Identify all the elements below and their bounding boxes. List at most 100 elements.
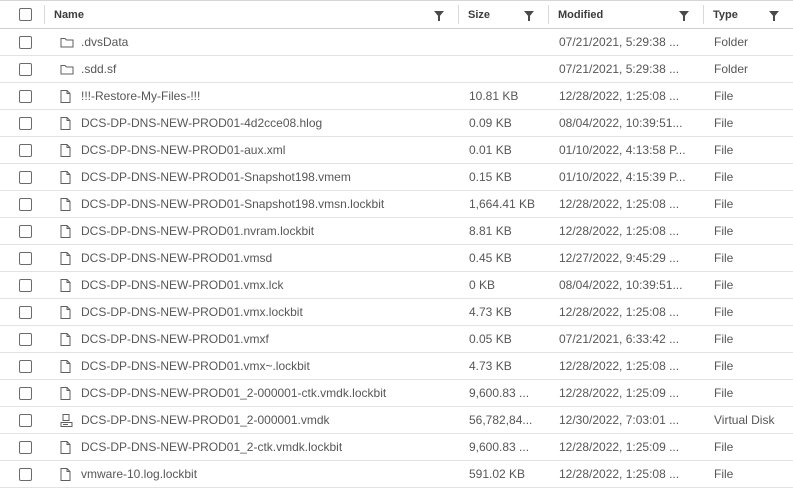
row-checkbox[interactable] — [19, 468, 32, 481]
row-checkbox[interactable] — [19, 117, 32, 130]
folder-icon — [60, 63, 74, 76]
row-checkbox[interactable] — [19, 360, 32, 373]
filter-icon[interactable] — [679, 11, 689, 21]
row-checkbox[interactable] — [19, 414, 32, 427]
file-size: 0.05 KB — [469, 332, 512, 346]
file-name[interactable]: DCS-DP-DNS-NEW-PROD01-4d2cce08.hlog — [81, 110, 453, 136]
table-row[interactable]: DCS-DP-DNS-NEW-PROD01-aux.xml 0.01 KB 01… — [0, 137, 793, 164]
table-row[interactable]: DCS-DP-DNS-NEW-PROD01.vmx~.lockbit 4.73 … — [0, 353, 793, 380]
row-checkbox[interactable] — [19, 144, 32, 157]
row-checkbox[interactable] — [19, 306, 32, 319]
row-checkbox[interactable] — [19, 279, 32, 292]
file-icon — [60, 360, 72, 373]
file-name[interactable]: !!!-Restore-My-Files-!!! — [81, 83, 453, 109]
column-header-modified[interactable]: Modified — [548, 1, 703, 28]
filter-icon[interactable] — [524, 11, 534, 21]
table-row[interactable]: DCS-DP-DNS-NEW-PROD01.vmsd 0.45 KB 12/27… — [0, 245, 793, 272]
file-icon — [60, 387, 72, 400]
file-name[interactable]: DCS-DP-DNS-NEW-PROD01.vmxf — [81, 326, 453, 352]
file-type: File — [714, 359, 734, 373]
table-row[interactable]: DCS-DP-DNS-NEW-PROD01-Snapshot198.vmsn.l… — [0, 191, 793, 218]
row-checkbox[interactable] — [19, 63, 32, 76]
row-checkbox[interactable] — [19, 36, 32, 49]
file-name[interactable]: DCS-DP-DNS-NEW-PROD01_2-000001.vmdk — [81, 407, 453, 433]
file-size: 9,600.83 ... — [469, 440, 530, 454]
file-type: File — [714, 116, 734, 130]
column-header-name[interactable]: Name — [44, 1, 458, 28]
file-size: 1,664.41 KB — [469, 197, 536, 211]
file-type: File — [714, 278, 734, 292]
file-modified: 07/21/2021, 6:33:42 ... — [559, 332, 680, 346]
row-checkbox[interactable] — [19, 252, 32, 265]
file-name[interactable]: DCS-DP-DNS-NEW-PROD01.vmsd — [81, 245, 453, 271]
column-header-size[interactable]: Size — [458, 1, 548, 28]
row-checkbox[interactable] — [19, 441, 32, 454]
file-type: File — [714, 143, 734, 157]
column-header-type[interactable]: Type — [703, 1, 793, 28]
file-name[interactable]: DCS-DP-DNS-NEW-PROD01_2-ctk.vmdk.lockbit — [81, 434, 453, 460]
file-name[interactable]: DCS-DP-DNS-NEW-PROD01.vmx~.lockbit — [81, 353, 453, 379]
table-row[interactable]: DCS-DP-DNS-NEW-PROD01.vmxf 0.05 KB 07/21… — [0, 326, 793, 353]
file-type: File — [714, 332, 734, 346]
row-checkbox[interactable] — [19, 90, 32, 103]
row-checkbox[interactable] — [19, 225, 32, 238]
table-row[interactable]: DCS-DP-DNS-NEW-PROD01_2-000001-ctk.vmdk.… — [0, 380, 793, 407]
file-modified: 01/10/2022, 4:15:39 P... — [559, 170, 686, 184]
table-row[interactable]: DCS-DP-DNS-NEW-PROD01_2-ctk.vmdk.lockbit… — [0, 434, 793, 461]
file-type: Virtual Disk — [714, 413, 775, 427]
file-type: File — [714, 224, 734, 238]
file-name[interactable]: DCS-DP-DNS-NEW-PROD01.vmx.lck — [81, 272, 453, 298]
file-name[interactable]: DCS-DP-DNS-NEW-PROD01-aux.xml — [81, 137, 453, 163]
file-icon — [60, 117, 72, 130]
file-name[interactable]: DCS-DP-DNS-NEW-PROD01_2-000001-ctk.vmdk.… — [81, 380, 453, 406]
column-label-type: Type — [713, 8, 738, 21]
file-modified: 01/10/2022, 4:13:58 P... — [559, 143, 686, 157]
file-size: 56,782,84... — [469, 413, 533, 427]
table-row[interactable]: DCS-DP-DNS-NEW-PROD01.nvram.lockbit 8.81… — [0, 218, 793, 245]
table-row[interactable]: DCS-DP-DNS-NEW-PROD01-Snapshot198.vmem 0… — [0, 164, 793, 191]
filter-icon[interactable] — [434, 11, 444, 21]
column-label-size: Size — [468, 8, 491, 21]
table-row[interactable]: !!!-Restore-My-Files-!!! 10.81 KB 12/28/… — [0, 83, 793, 110]
file-icon — [60, 468, 72, 481]
file-name[interactable]: DCS-DP-DNS-NEW-PROD01-Snapshot198.vmem — [81, 164, 453, 190]
file-modified: 12/28/2022, 1:25:08 ... — [559, 467, 680, 481]
table-row[interactable]: .dvsData 07/21/2021, 5:29:38 ... Folder — [0, 29, 793, 56]
file-name[interactable]: DCS-DP-DNS-NEW-PROD01-Snapshot198.vmsn.l… — [81, 191, 453, 217]
table-row[interactable]: DCS-DP-DNS-NEW-PROD01.vmx.lockbit 4.73 K… — [0, 299, 793, 326]
table-row[interactable]: vmware-10.log.lockbit 591.02 KB 12/28/20… — [0, 461, 793, 488]
table-row[interactable]: DCS-DP-DNS-NEW-PROD01.vmx.lck 0 KB 08/04… — [0, 272, 793, 299]
row-checkbox[interactable] — [19, 333, 32, 346]
table-row[interactable]: DCS-DP-DNS-NEW-PROD01_2-000001.vmdk 56,7… — [0, 407, 793, 434]
file-name[interactable]: vmware-10.log.lockbit — [81, 461, 453, 487]
row-checkbox[interactable] — [19, 198, 32, 211]
file-icon — [60, 90, 72, 103]
file-name[interactable]: .dvsData — [81, 29, 453, 55]
file-size: 0.15 KB — [469, 170, 512, 184]
file-type: Folder — [714, 62, 749, 76]
file-modified: 12/28/2022, 1:25:09 ... — [559, 440, 680, 454]
file-name[interactable]: DCS-DP-DNS-NEW-PROD01.vmx.lockbit — [81, 299, 453, 325]
file-modified: 12/27/2022, 9:45:29 ... — [559, 251, 680, 265]
row-checkbox[interactable] — [19, 171, 32, 184]
file-type: File — [714, 89, 734, 103]
file-size: 0 KB — [469, 278, 496, 292]
file-type: File — [714, 197, 734, 211]
file-type: File — [714, 305, 734, 319]
file-size: 0.01 KB — [469, 143, 512, 157]
table-row[interactable]: .sdd.sf 07/21/2021, 5:29:38 ... Folder — [0, 56, 793, 83]
file-size: 9,600.83 ... — [469, 386, 530, 400]
select-all-checkbox[interactable] — [19, 8, 32, 21]
file-modified: 07/21/2021, 5:29:38 ... — [559, 35, 680, 49]
file-size: 10.81 KB — [469, 89, 519, 103]
file-modified: 07/21/2021, 5:29:38 ... — [559, 62, 680, 76]
file-type: File — [714, 386, 734, 400]
file-name[interactable]: DCS-DP-DNS-NEW-PROD01.nvram.lockbit — [81, 218, 453, 244]
file-name[interactable]: .sdd.sf — [81, 56, 453, 82]
file-type: Folder — [714, 35, 749, 49]
table-row[interactable]: DCS-DP-DNS-NEW-PROD01-4d2cce08.hlog 0.09… — [0, 110, 793, 137]
file-modified: 12/28/2022, 1:25:08 ... — [559, 359, 680, 373]
filter-icon[interactable] — [769, 11, 779, 21]
file-modified: 12/28/2022, 1:25:08 ... — [559, 224, 680, 238]
row-checkbox[interactable] — [19, 387, 32, 400]
